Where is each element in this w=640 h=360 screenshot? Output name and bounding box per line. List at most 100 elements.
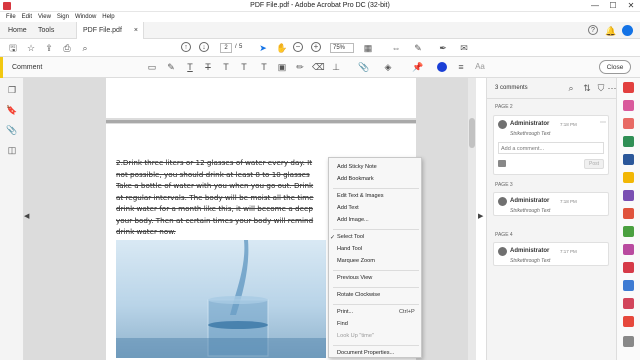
menu-item-edit-text-images[interactable]: Edit Text & Images — [337, 193, 384, 199]
help-icon[interactable]: ? — [588, 25, 598, 35]
next-page-icon[interactable]: ↓ — [199, 42, 209, 52]
menu-separator — [333, 287, 419, 288]
save-icon[interactable]: 🖫 — [7, 42, 19, 54]
page-thumbnails-icon[interactable]: ❐ — [6, 84, 18, 96]
strikethrough-text-icon[interactable]: T — [202, 61, 214, 73]
bookmarks-icon[interactable]: 🔖 — [6, 104, 18, 116]
stamp-tool-icon[interactable] — [623, 298, 634, 309]
comment-more-icon[interactable]: ⋯ — [600, 119, 606, 126]
star-icon[interactable]: ☆ — [25, 42, 37, 54]
comment-card[interactable]: Administrator 7:18 PM ⋯ Strikethrough Te… — [493, 115, 609, 175]
sticky-note-icon[interactable]: ▭ — [146, 61, 158, 73]
previous-page-icon[interactable]: ↑ — [181, 42, 191, 52]
scroll-mode-icon[interactable]: ⇔ — [390, 42, 402, 54]
menu-item-add-image[interactable]: Add Image... — [337, 217, 369, 223]
comment-card[interactable]: Administrator 7:18 PM Strikethrough Text — [493, 192, 609, 216]
search-comments-icon[interactable]: ⌕ — [565, 82, 577, 94]
replace-text-icon[interactable]: T — [220, 61, 232, 73]
menu-item-document-properties[interactable]: Document Properties... — [337, 350, 394, 356]
zoom-level-dropdown[interactable]: 75% — [330, 43, 354, 53]
highlight-icon[interactable]: ✎ — [165, 61, 177, 73]
fill-sign-icon[interactable] — [623, 190, 634, 201]
menu-item-select-tool[interactable]: Select Tool — [337, 234, 364, 240]
menu-item-add-sticky-note[interactable]: Add Sticky Note — [337, 164, 377, 170]
menu-item-add-text[interactable]: Add Text — [337, 205, 359, 211]
menu-help[interactable]: Help — [102, 12, 114, 22]
menu-item-marquee-zoom[interactable]: Marquee Zoom — [337, 258, 375, 264]
notifications-icon[interactable]: 🔔 — [605, 25, 617, 37]
text-box-icon[interactable]: T — [258, 61, 270, 73]
edit-pdf-icon[interactable] — [623, 118, 634, 129]
zoom-in-icon[interactable]: + — [311, 42, 321, 52]
comment-tool-icon[interactable] — [623, 172, 634, 183]
reply-input[interactable]: Add a comment... — [498, 142, 604, 154]
more-tools-icon[interactable] — [623, 336, 634, 347]
export-excel-icon[interactable] — [623, 136, 634, 147]
select-tool-icon[interactable]: ➤ — [257, 42, 269, 54]
minimize-button[interactable]: — — [586, 0, 604, 12]
text-line: drink water for a month like this, it wi… — [116, 204, 313, 213]
font-icon[interactable]: Aa — [474, 61, 486, 73]
insert-text-icon[interactable]: T — [238, 61, 250, 73]
menu-item-hand-tool[interactable]: Hand Tool — [337, 246, 362, 252]
attachments-icon[interactable]: 📎 — [6, 124, 18, 136]
post-button[interactable]: Post — [584, 159, 604, 169]
tab-document[interactable]: PDF File.pdf × — [76, 22, 144, 39]
context-menu: Add Sticky Note Add Bookmark Edit Text &… — [328, 157, 422, 358]
export-word-icon[interactable] — [623, 154, 634, 165]
scan-ocr-icon[interactable] — [623, 316, 634, 327]
stamp-icon[interactable]: ⊥ — [330, 61, 342, 73]
menu-item-rotate-clockwise[interactable]: Rotate Clockwise — [337, 292, 380, 298]
menu-view[interactable]: View — [38, 12, 51, 22]
page-number-input[interactable]: 2 — [220, 43, 232, 53]
menu-file[interactable]: File — [6, 12, 16, 22]
menu-edit[interactable]: Edit — [22, 12, 32, 22]
underline-text-icon[interactable]: T — [184, 61, 196, 73]
menu-sign[interactable]: Sign — [57, 12, 69, 22]
drawing-tools-icon[interactable]: ◈ — [382, 61, 394, 73]
pencil-icon[interactable]: ✏ — [294, 61, 306, 73]
sign-icon[interactable]: ✒ — [437, 42, 449, 54]
comment-card[interactable]: Administrator 7:17 PM Strikethrough Text — [493, 242, 609, 266]
attach-file-icon[interactable]: 📎 — [358, 61, 370, 73]
eraser-icon[interactable]: ⌫ — [312, 61, 325, 73]
share-icon[interactable]: ✉ — [458, 42, 470, 54]
page-display-icon[interactable]: ▦ — [362, 42, 374, 54]
color-picker-swatch[interactable] — [437, 62, 447, 72]
collapse-right-pane-icon[interactable]: ▶ — [478, 212, 483, 220]
avatar[interactable] — [622, 25, 633, 36]
sort-comments-icon[interactable]: ⇅ — [581, 82, 593, 94]
emoji-icon[interactable] — [498, 160, 506, 167]
layers-icon[interactable]: ◫ — [6, 144, 18, 156]
comment-icon[interactable]: ✎ — [412, 42, 424, 54]
menu-item-add-bookmark[interactable]: Add Bookmark — [337, 176, 374, 182]
search-icon[interactable]: ⌕ — [79, 42, 91, 54]
document-scrollbar[interactable] — [468, 78, 476, 360]
tab-tools[interactable]: Tools — [32, 22, 60, 39]
close-comment-button[interactable]: Close — [599, 60, 631, 74]
scroll-left-icon[interactable]: ◀ — [24, 212, 29, 220]
menu-item-previous-view[interactable]: Previous View — [337, 275, 372, 281]
organize-pages-icon[interactable] — [623, 226, 634, 237]
combine-files-icon[interactable] — [623, 208, 634, 219]
pin-icon[interactable]: 📌 — [412, 61, 424, 73]
menu-item-print[interactable]: Print... — [337, 309, 353, 315]
compare-files-icon[interactable] — [623, 280, 634, 291]
upload-icon[interactable]: ⇪ — [43, 42, 55, 54]
maximize-button[interactable]: ☐ — [604, 0, 622, 12]
hand-tool-icon[interactable]: ✋ — [276, 42, 288, 54]
redact-icon[interactable] — [623, 262, 634, 273]
protect-icon[interactable] — [623, 244, 634, 255]
tab-home[interactable]: Home — [2, 22, 33, 39]
scrollbar-thumb[interactable] — [469, 118, 475, 148]
tab-close-icon[interactable]: × — [134, 22, 138, 39]
print-icon[interactable]: ⎙ — [61, 42, 73, 54]
export-pdf-icon[interactable] — [623, 82, 634, 93]
close-window-button[interactable]: ✕ — [622, 0, 640, 12]
create-pdf-icon[interactable] — [623, 100, 634, 111]
menu-item-find[interactable]: Find — [337, 321, 348, 327]
text-callout-icon[interactable]: ▣ — [276, 61, 288, 73]
line-thickness-icon[interactable]: ≡ — [455, 61, 467, 73]
zoom-out-icon[interactable]: − — [293, 42, 303, 52]
menu-window[interactable]: Window — [75, 12, 96, 22]
